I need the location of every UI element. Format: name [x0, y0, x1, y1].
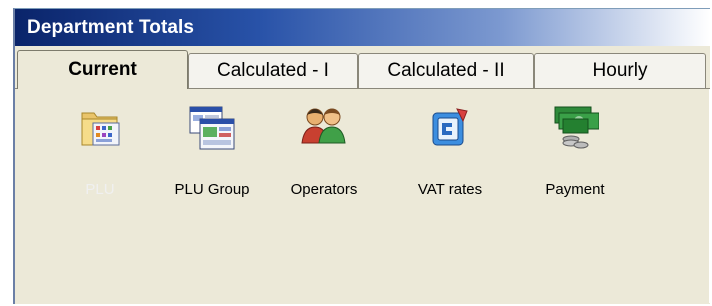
vat-rates-item[interactable]: VAT rates	[395, 89, 505, 199]
tab-calculated-ii[interactable]: Calculated - II	[358, 53, 534, 88]
tab-calculated-i[interactable]: Calculated - I	[188, 53, 358, 88]
tab-label: Calculated - I	[217, 60, 329, 81]
window-title: Department Totals	[27, 17, 195, 38]
tab-current[interactable]: Current	[17, 50, 188, 89]
item-label: PLU	[85, 181, 115, 198]
operators-item[interactable]: Operators	[269, 89, 379, 199]
payment-item[interactable]: Payment	[520, 89, 630, 199]
plu-group-windows-icon	[188, 105, 236, 156]
title-bar: Department Totals	[15, 9, 710, 46]
tab-label: Calculated - II	[387, 60, 505, 81]
payment-money-icon	[551, 105, 600, 156]
item-label: Payment	[545, 181, 605, 198]
department-totals-panel: Department Totals Current Calculated - I…	[13, 8, 710, 304]
tab-label: Current	[68, 59, 137, 80]
plu-item[interactable]: PLU	[45, 89, 155, 199]
tab-content-area: PLU PLU Group Operators VAT rates Paymen…	[15, 89, 710, 303]
operators-people-icon	[300, 105, 348, 150]
vat-rates-icon	[429, 105, 471, 154]
item-label: VAT rates	[417, 181, 483, 198]
tab-hourly[interactable]: Hourly	[534, 53, 706, 88]
item-label: Operators	[290, 181, 358, 198]
plu-folder-icon	[79, 105, 121, 154]
plu-group-item[interactable]: PLU Group	[157, 89, 267, 199]
item-label: PLU Group	[174, 181, 250, 198]
tab-label: Hourly	[592, 60, 648, 81]
